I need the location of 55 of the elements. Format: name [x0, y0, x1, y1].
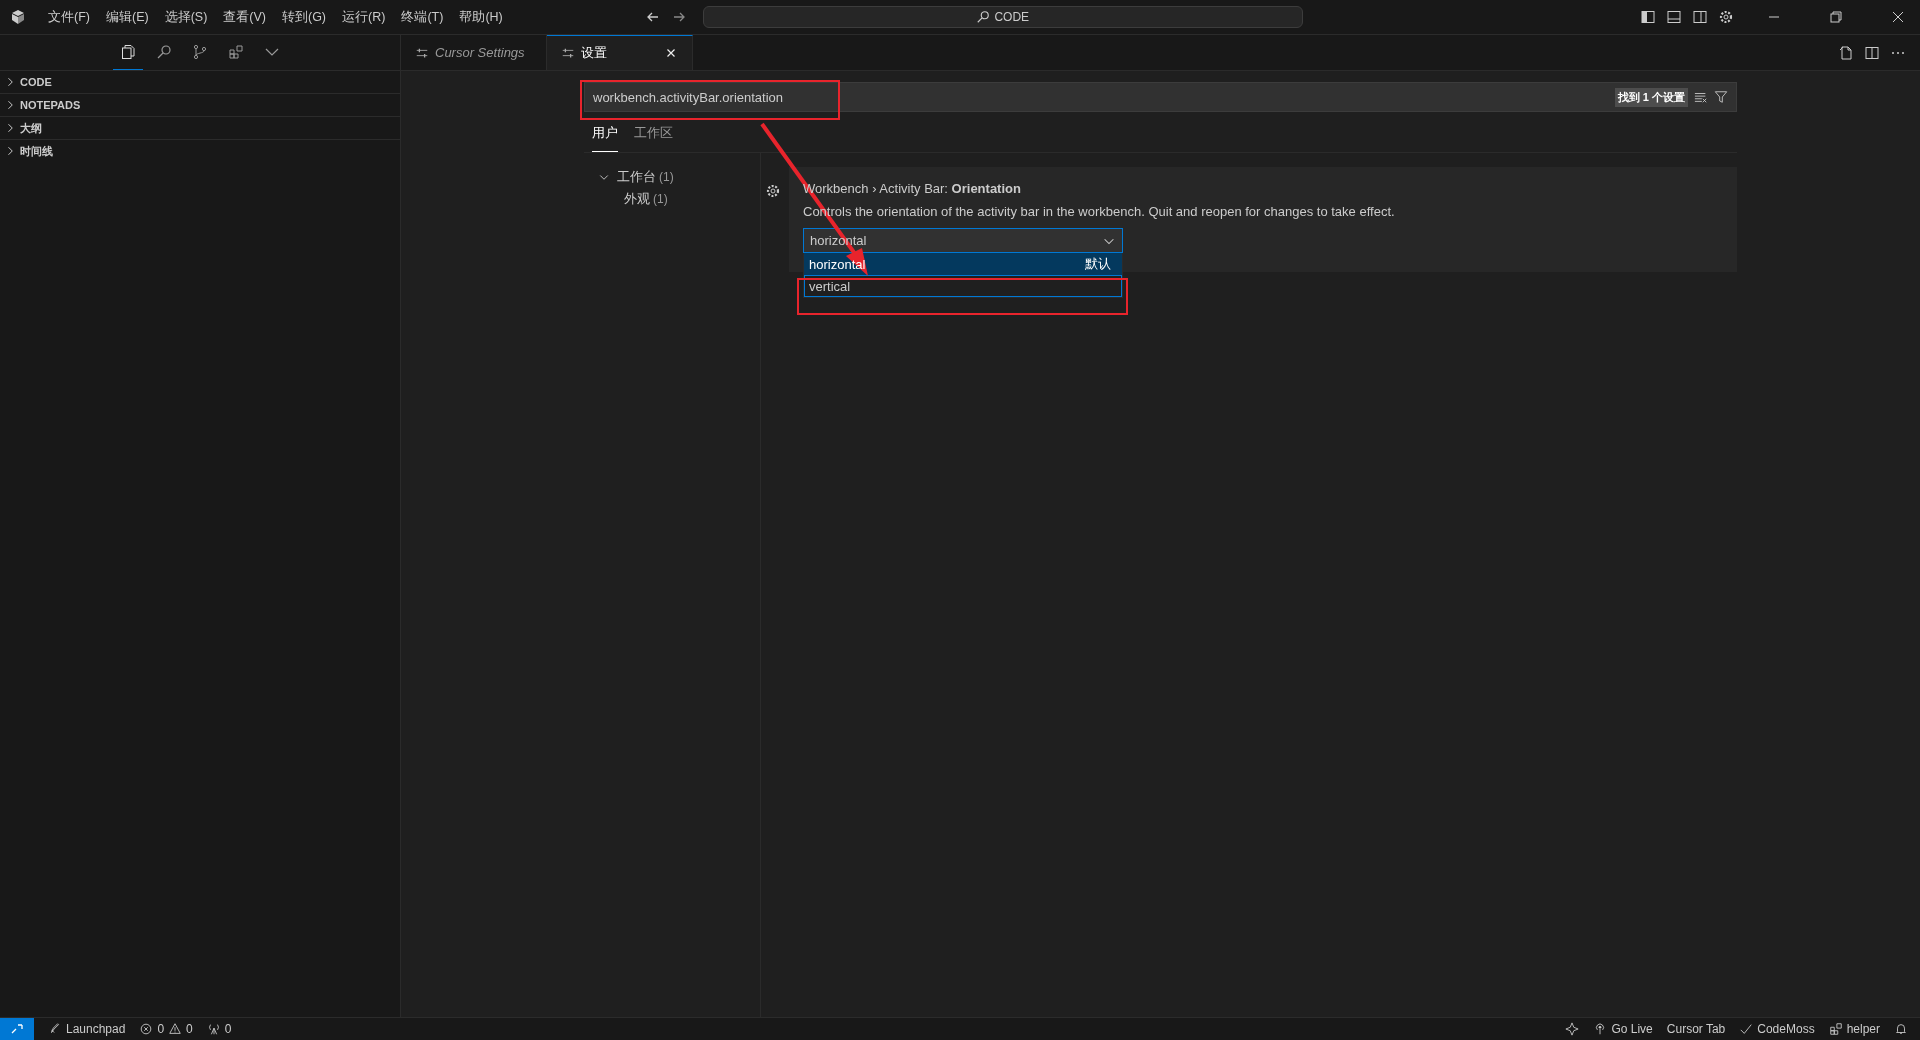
search-icon [156, 44, 172, 60]
split-editor-icon[interactable] [1864, 44, 1880, 61]
warning-icon [168, 1022, 183, 1036]
restore-icon[interactable] [1828, 9, 1844, 25]
go-live-status[interactable]: Go Live [1593, 1022, 1653, 1036]
scope-tab[interactable]: 用户 [592, 112, 618, 152]
close-icon[interactable] [1890, 9, 1906, 25]
menu-item[interactable]: 文件(F) [40, 8, 98, 26]
clear-filter-icon[interactable] [1694, 90, 1708, 104]
settings-search-field[interactable]: workbench.activityBar.orientation 找到 1 个设置 [584, 82, 1737, 112]
helper-status[interactable]: helper [1828, 1022, 1880, 1036]
editor-tab[interactable]: 设置 [547, 35, 693, 70]
extensions-icon [1828, 1022, 1843, 1036]
command-center-text: CODE [994, 10, 1030, 24]
sliders-icon [561, 46, 575, 60]
result-count: 找到 1 个设置 [1614, 87, 1688, 107]
launchpad-status[interactable]: Launchpad [48, 1022, 126, 1036]
menu-item[interactable]: 编辑(E) [97, 8, 157, 26]
sidebar-section[interactable]: 时间线 [0, 139, 400, 162]
split-layout-icon[interactable] [1692, 9, 1708, 25]
menu-item[interactable]: 选择(S) [156, 8, 216, 26]
settings-icon[interactable] [765, 183, 781, 199]
menu-item[interactable]: 转到(G) [274, 8, 335, 26]
sidebar-section[interactable]: 大纲 [0, 116, 400, 139]
problems-status[interactable]: 0 0 [139, 1022, 193, 1036]
menu-item[interactable]: 终端(T) [393, 8, 452, 26]
error-icon [139, 1022, 154, 1036]
open-file-icon[interactable] [1838, 44, 1854, 61]
scope-tab[interactable]: 工作区 [634, 112, 673, 152]
search-icon [976, 10, 991, 24]
check-icon [1739, 1022, 1754, 1036]
sparkle-icon[interactable] [1565, 1022, 1580, 1036]
extensions-icon [228, 44, 244, 60]
app-logo-icon [10, 9, 26, 25]
panel-toggle-icon[interactable] [1666, 9, 1682, 25]
settings-icon[interactable] [1718, 9, 1734, 25]
menu-item[interactable]: 帮助(H) [451, 8, 511, 26]
command-center[interactable]: CODE [702, 6, 1303, 28]
bell-icon[interactable] [1894, 1022, 1908, 1036]
files-icon [120, 44, 136, 60]
toc-item[interactable]: 工作台 (1) [584, 166, 760, 188]
menu-item[interactable]: 查看(V) [215, 8, 274, 26]
filter-icon[interactable] [1714, 90, 1728, 104]
menu-item[interactable]: 运行(R) [334, 8, 394, 26]
sidebar-section[interactable]: CODE [0, 70, 400, 93]
toc-item[interactable]: 外观 (1) [584, 188, 760, 210]
branch-icon [192, 44, 208, 60]
ports-status[interactable]: 0 [206, 1022, 232, 1036]
dropdown-option[interactable]: vertical [804, 275, 1122, 297]
sidebar-toggle-icon[interactable] [1640, 9, 1656, 25]
codemoss-status[interactable]: CodeMoss [1739, 1022, 1815, 1036]
antenna-icon [206, 1022, 221, 1036]
status-item[interactable]: Cursor Tab [1666, 1022, 1726, 1036]
remote-icon[interactable] [0, 1018, 34, 1040]
sidebar-section[interactable]: NOTEPADS [0, 93, 400, 116]
